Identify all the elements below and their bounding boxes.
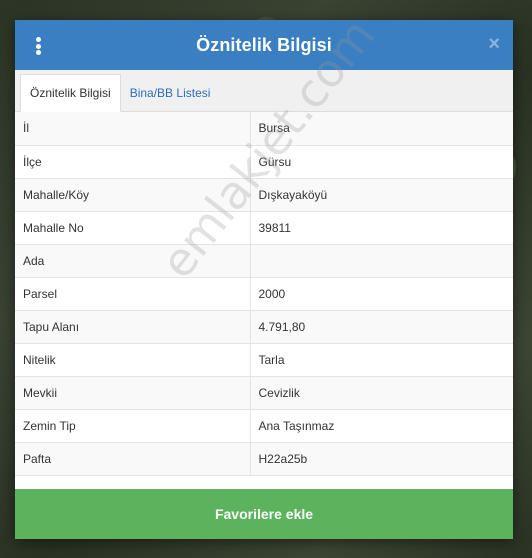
tab-building-list[interactable]: Bina/BB Listesi	[121, 74, 220, 111]
tab-bar: Öznitelik Bilgisi Bina/BB Listesi	[15, 70, 513, 112]
table-row: Ada	[15, 244, 513, 278]
row-key: İl	[15, 112, 251, 146]
table-row: Nitelik Tarla	[15, 343, 513, 377]
table-row: Mahalle No 39811	[15, 211, 513, 245]
table-row: Tapu Alanı 4.791,80	[15, 310, 513, 344]
row-key: Mahalle/Köy	[15, 178, 251, 212]
table-row: İlçe Gürsu	[15, 145, 513, 179]
row-value: 4.791,80	[250, 310, 513, 344]
table-row: Pafta H22a25b	[15, 442, 513, 476]
table-row: Mevkii Cevizlik	[15, 376, 513, 410]
row-value: 39811	[250, 211, 513, 245]
row-value: Ana Taşınmaz	[250, 409, 513, 443]
row-key: Mahalle No	[15, 211, 251, 245]
modal-title: Öznitelik Bilgisi	[196, 34, 332, 55]
row-value: 2000	[250, 277, 513, 311]
tab-attribute-info[interactable]: Öznitelik Bilgisi	[20, 74, 121, 112]
row-key: Pafta	[15, 442, 251, 476]
table-row: İl Bursa	[15, 112, 513, 146]
table-row: Mahalle/Köy Dışkayaköyü	[15, 178, 513, 212]
row-key: Mevkii	[15, 376, 251, 410]
row-key: İlçe	[15, 145, 251, 179]
table-row: Zemin Tip Ana Taşınmaz	[15, 409, 513, 443]
close-icon[interactable]: ×	[488, 34, 500, 54]
attribute-info-modal: Öznitelik Bilgisi × Öznitelik Bilgisi Bi…	[15, 20, 513, 539]
row-value: Bursa	[250, 112, 513, 146]
table-row: Parsel 2000	[15, 277, 513, 311]
row-key: Ada	[15, 244, 251, 278]
vertical-ellipsis-icon[interactable]	[34, 37, 42, 55]
attribute-table: İl Bursa İlçe Gürsu Mahalle/Köy Dışkayaköyü Ma…	[15, 112, 513, 476]
row-key: Parsel	[15, 277, 251, 311]
modal-header: Öznitelik Bilgisi ×	[15, 20, 513, 70]
add-to-favorites-button[interactable]: Favorilere ekle	[15, 489, 513, 539]
row-value: Dışkayaköyü	[250, 178, 513, 212]
row-value: Tarla	[250, 343, 513, 377]
row-value	[250, 244, 513, 278]
row-value: Cevizlik	[250, 376, 513, 410]
row-value: Gürsu	[250, 145, 513, 179]
row-value: H22a25b	[250, 442, 513, 476]
row-key: Tapu Alanı	[15, 310, 251, 344]
row-key: Zemin Tip	[15, 409, 251, 443]
row-key: Nitelik	[15, 343, 251, 377]
